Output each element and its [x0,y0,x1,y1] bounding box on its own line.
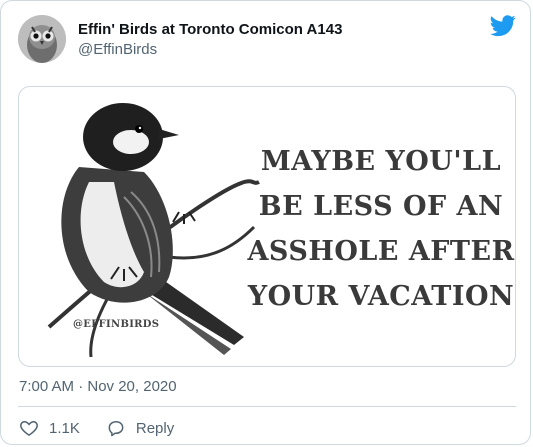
heart-icon [20,420,38,436]
author-display-name[interactable]: Effin' Birds at Toronto Comicon A143 [78,20,342,40]
tweet-card: Effin' Birds at Toronto Comicon A143 @Ef… [0,0,531,445]
reply-icon [108,421,124,437]
like-button[interactable]: 1.1K [19,418,80,438]
quote-line: BE LESS OF AN [258,191,504,222]
tweet-actions: 1.1K Reply [19,416,200,440]
quote-text: MAYBE YOU'LL BE LESS OF AN ASSHOLE AFTER… [247,139,514,319]
quote-line: ASSHOLE AFTER [247,236,515,267]
image-watermark: @EFFINBIRDS [73,319,160,330]
owl-avatar-icon[interactable] [18,15,66,63]
divider [18,406,516,407]
reply-button[interactable]: Reply [106,418,174,438]
like-count: 1.1K [49,419,80,437]
quote-line: MAYBE YOU'LL [260,146,502,177]
author-handle[interactable]: @EffinBirds [78,40,342,60]
tweet-author[interactable]: Effin' Birds at Toronto Comicon A143 @Ef… [78,20,342,60]
twitter-bird-icon[interactable] [490,15,516,37]
tweet-timestamp[interactable]: 7:00 AM · Nov 20, 2020 [19,377,177,397]
quote-line: YOUR VACATION [247,281,515,312]
tweet-header: Effin' Birds at Toronto Comicon A143 @Ef… [18,15,516,65]
reply-label: Reply [135,419,175,437]
tweet-image[interactable]: @EFFINBIRDS MAYBE YOU'LL BE LESS OF AN A… [18,86,516,367]
